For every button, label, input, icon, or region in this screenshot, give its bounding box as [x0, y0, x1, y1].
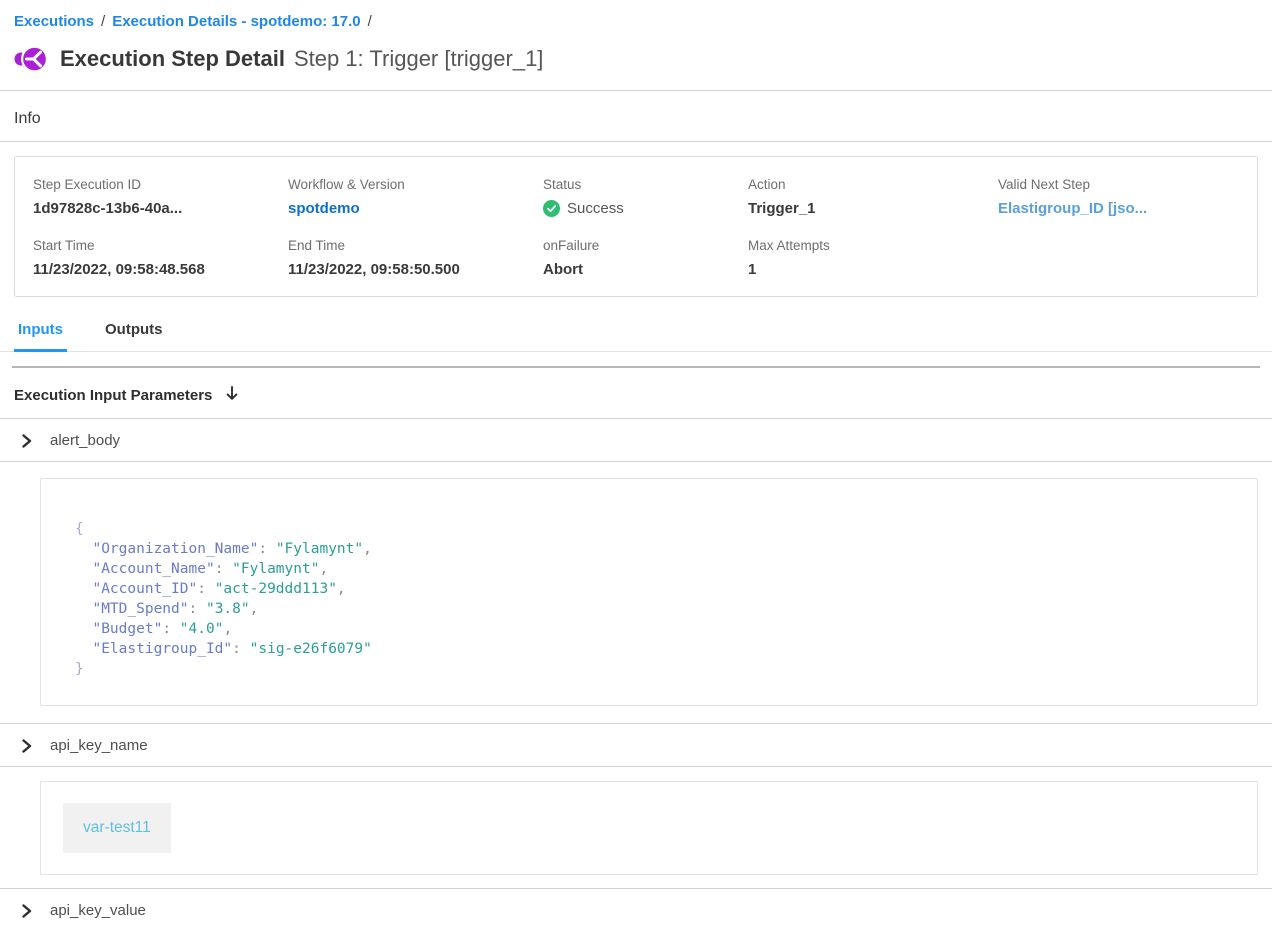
field-label: onFailure — [543, 238, 748, 253]
field-max-attempts: Max Attempts 1 — [748, 238, 998, 278]
breadcrumb-separator: / — [368, 13, 372, 30]
field-action: Action Trigger_1 — [748, 177, 998, 217]
field-value: 1d97828c-13b6-40a... — [33, 200, 288, 217]
api-key-name-panel: var-test11 — [40, 781, 1258, 875]
field-status: Status Success — [543, 177, 748, 217]
divider — [0, 766, 1272, 767]
field-onfailure: onFailure Abort — [543, 238, 748, 278]
field-value: 1 — [748, 261, 998, 278]
field-label: Workflow & Version — [288, 177, 543, 192]
info-card: Step Execution ID 1d97828c-13b6-40a... W… — [14, 156, 1258, 297]
chevron-right-icon — [20, 904, 33, 918]
chevron-right-icon — [20, 434, 33, 448]
breadcrumb-execution-details-link[interactable]: Execution Details - spotdemo: 17.0 — [112, 13, 360, 30]
section-header-alert-body[interactable]: alert_body — [0, 419, 1272, 461]
field-value: Abort — [543, 261, 748, 278]
field-label: Start Time — [33, 238, 288, 253]
divider — [0, 141, 1272, 142]
tab-inputs[interactable]: Inputs — [14, 311, 67, 351]
field-valid-next-step: Valid Next Step Elastigroup_ID [jso... — [998, 177, 1243, 217]
breadcrumb: Executions / Execution Details - spotdemo:… — [0, 0, 1272, 30]
chevron-right-icon — [20, 739, 33, 753]
json-code: { "Organization_Name": "Fylamynt", "Acco… — [75, 519, 1223, 679]
valid-next-step-link[interactable]: Elastigroup_ID [jso... — [998, 200, 1243, 217]
execution-input-parameters-heading: Execution Input Parameters — [0, 368, 1272, 418]
field-workflow-version: Workflow & Version spotdemo — [288, 177, 543, 217]
breadcrumb-executions-link[interactable]: Executions — [14, 13, 94, 30]
field-step-execution-id: Step Execution ID 1d97828c-13b6-40a... — [33, 177, 288, 217]
page-subtitle: Step 1: Trigger [trigger_1] — [294, 46, 543, 72]
check-circle-icon — [543, 200, 560, 217]
divider — [0, 461, 1272, 462]
section-header-api-key-name[interactable]: api_key_name — [0, 724, 1272, 766]
api-key-name-value: var-test11 — [63, 803, 171, 853]
alert-body-code-panel: { "Organization_Name": "Fylamynt", "Acco… — [40, 478, 1258, 706]
field-label: End Time — [288, 238, 543, 253]
field-value: 11/23/2022, 09:58:48.568 — [33, 261, 288, 278]
field-start-time: Start Time 11/23/2022, 09:58:48.568 — [33, 238, 288, 278]
section-label: alert_body — [50, 432, 120, 449]
status-text: Success — [567, 200, 624, 217]
section-header-api-key-value[interactable]: api_key_value — [0, 889, 1272, 931]
section-label: api_key_name — [50, 737, 148, 754]
field-end-time: End Time 11/23/2022, 09:58:50.500 — [288, 238, 543, 278]
page-header: Execution Step Detail Step 1: Trigger [t… — [0, 30, 1272, 90]
page-title: Execution Step Detail — [60, 46, 285, 72]
section-label: api_key_value — [50, 902, 146, 919]
arrow-down-icon[interactable] — [224, 385, 240, 406]
field-empty — [998, 238, 1243, 278]
field-label: Max Attempts — [748, 238, 998, 253]
field-value: Trigger_1 — [748, 200, 998, 217]
tab-bar: Inputs Outputs — [0, 311, 1272, 352]
workflow-link[interactable]: spotdemo — [288, 200, 543, 217]
field-label: Step Execution ID — [33, 177, 288, 192]
field-value: 11/23/2022, 09:58:50.500 — [288, 261, 543, 278]
tab-outputs[interactable]: Outputs — [101, 311, 167, 351]
fylamynt-branch-icon — [14, 43, 48, 75]
info-section-heading: Info — [0, 91, 1272, 141]
status-badge: Success — [543, 200, 748, 217]
breadcrumb-separator: / — [101, 13, 105, 30]
field-label: Status — [543, 177, 748, 192]
execution-input-parameters-label: Execution Input Parameters — [14, 387, 212, 404]
field-label: Valid Next Step — [998, 177, 1243, 192]
field-label: Action — [748, 177, 998, 192]
